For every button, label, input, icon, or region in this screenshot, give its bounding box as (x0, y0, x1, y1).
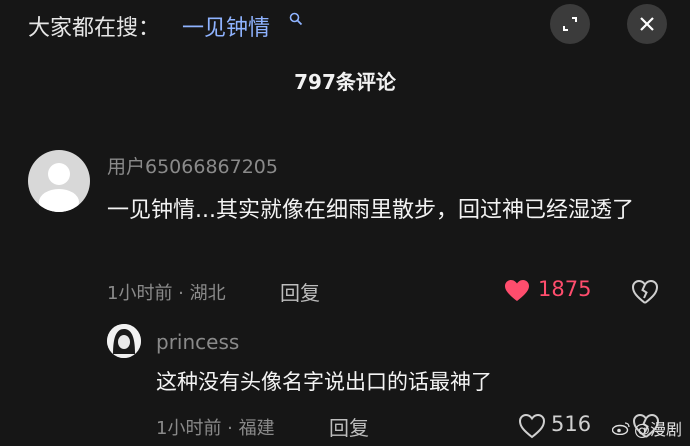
like-count: 516 (551, 412, 592, 436)
comment-username[interactable]: 用户65066867205 (107, 152, 278, 179)
close-icon (640, 17, 654, 31)
reply-username[interactable]: princess (156, 330, 239, 354)
hot-search-link[interactable]: 一见钟情 (182, 10, 270, 42)
heart-filled-icon[interactable] (504, 279, 530, 303)
reply-button[interactable]: 回复 (329, 412, 369, 441)
reply-button[interactable]: 回复 (280, 277, 320, 306)
reply-meta: 1小时前 · 福建 (156, 418, 275, 439)
comment-meta: 1小时前 · 湖北 (107, 283, 226, 304)
expand-button[interactable] (550, 4, 590, 44)
reply-avatar[interactable] (107, 324, 141, 358)
anime-avatar-icon (107, 324, 141, 358)
close-button[interactable] (627, 4, 667, 44)
like-count: 1875 (538, 277, 592, 301)
comment-count-title: 797条评论 (294, 70, 396, 94)
default-avatar-icon (39, 163, 79, 212)
broken-heart-icon[interactable] (631, 278, 659, 306)
reply-text: 这种没有头像名字说出口的话最神了 (156, 370, 492, 394)
search-icon[interactable] (289, 12, 303, 26)
expand-icon (563, 17, 577, 31)
comment-text: 一见钟情...其实就像在细雨里散步，回过神已经湿透了 (107, 198, 634, 223)
weibo-watermark: @漫剧 (612, 416, 682, 440)
heart-outline-icon[interactable] (518, 413, 546, 439)
weibo-logo-icon (612, 422, 630, 435)
avatar[interactable] (28, 150, 90, 212)
hot-search-prefix: 大家都在搜： (28, 16, 161, 41)
watermark-text: @漫剧 (634, 420, 683, 439)
